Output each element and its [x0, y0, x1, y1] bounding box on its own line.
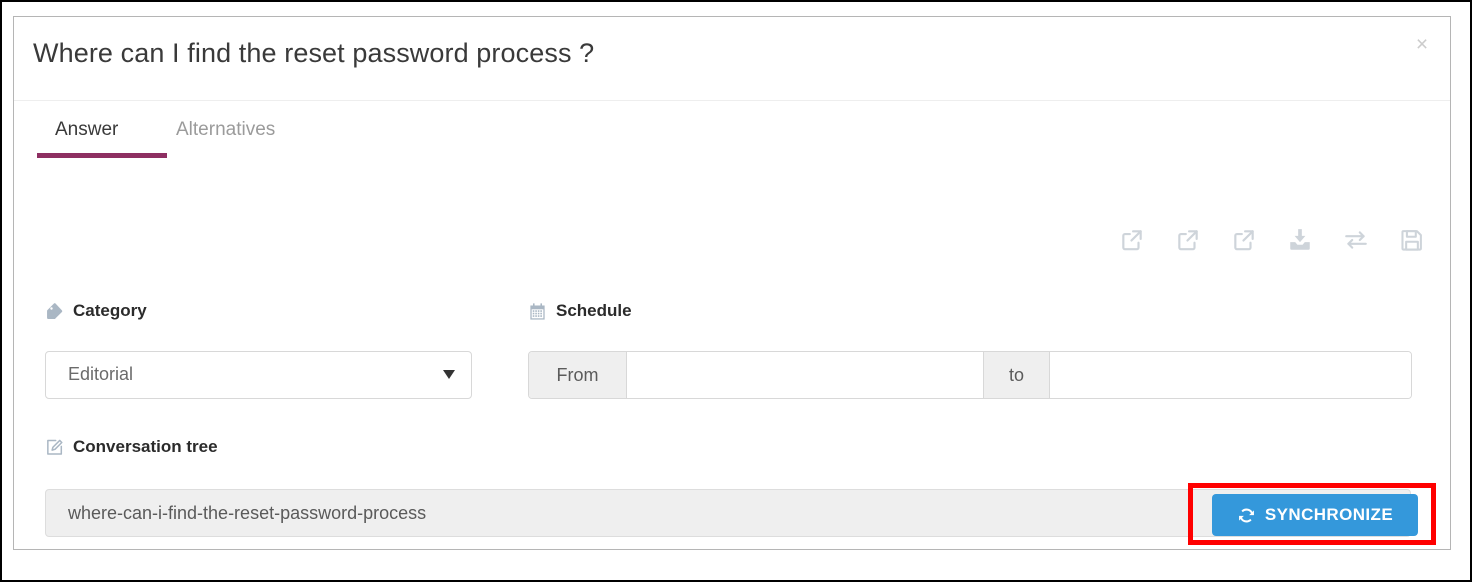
schedule-to-addon: to	[983, 352, 1050, 398]
conversation-tree-label: Conversation tree	[45, 437, 218, 457]
page-title: Where can I find the reset password proc…	[33, 38, 595, 68]
tab-answer[interactable]: Answer	[55, 119, 118, 141]
external-link-icon-1[interactable]	[1119, 227, 1145, 253]
screenshot-frame: Where can I find the reset password proc…	[0, 0, 1472, 582]
sync-icon	[1237, 506, 1256, 525]
schedule-from-input[interactable]	[627, 352, 983, 398]
edit-icon	[45, 438, 64, 457]
external-link-icon-2[interactable]	[1175, 227, 1201, 253]
download-icon[interactable]	[1287, 227, 1313, 253]
save-icon[interactable]	[1399, 227, 1425, 253]
synchronize-button-label: SYNCHRONIZE	[1264, 505, 1394, 524]
category-select[interactable]: Editorial	[45, 351, 472, 399]
schedule-from-addon: From	[529, 352, 627, 398]
dialog-header: Where can I find the reset password proc…	[14, 17, 1450, 101]
tag-icon	[45, 302, 64, 321]
tab-bar: Answer Alternatives	[14, 101, 1450, 163]
action-toolbar	[1119, 227, 1425, 253]
conversation-tree-label-text: Conversation tree	[73, 437, 218, 456]
schedule-label-text: Schedule	[556, 301, 632, 320]
chevron-down-icon	[443, 370, 455, 379]
schedule-input-group: From to	[528, 351, 1412, 399]
close-icon[interactable]: ×	[1409, 31, 1435, 57]
calendar-icon	[528, 302, 547, 321]
active-tab-indicator	[37, 153, 167, 158]
category-label: Category	[45, 301, 147, 321]
exchange-icon[interactable]	[1343, 227, 1369, 253]
answer-dialog: Where can I find the reset password proc…	[13, 16, 1451, 550]
schedule-label: Schedule	[528, 301, 632, 321]
category-selected-value: Editorial	[68, 364, 134, 384]
synchronize-button[interactable]: SYNCHRONIZE	[1212, 494, 1418, 536]
category-label-text: Category	[73, 301, 147, 320]
external-link-icon-3[interactable]	[1231, 227, 1257, 253]
tab-alternatives[interactable]: Alternatives	[176, 119, 275, 141]
schedule-to-input[interactable]	[1050, 352, 1411, 398]
